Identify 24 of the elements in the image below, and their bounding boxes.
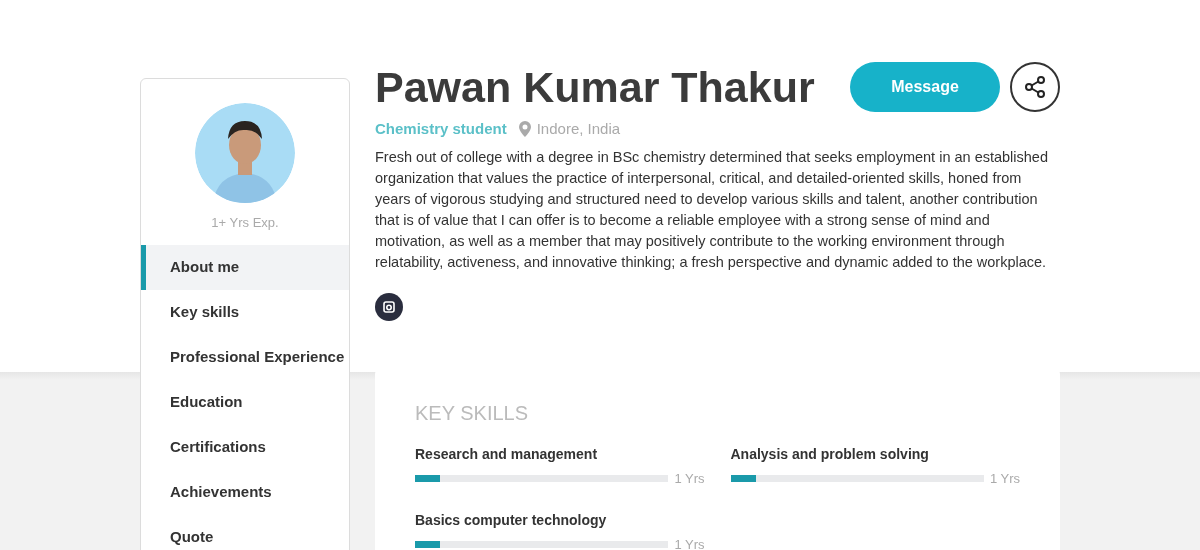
skill-years: 1 Yrs xyxy=(674,536,705,550)
sidebar-item[interactable]: Professional Experience xyxy=(141,334,349,380)
instagram-button[interactable] xyxy=(375,292,403,321)
skill-years: 1 Yrs xyxy=(674,469,705,488)
sidebar-item[interactable]: Quote xyxy=(141,514,349,550)
skill-name: Basics computer technology xyxy=(415,511,608,530)
share-icon xyxy=(1023,75,1047,99)
instagram-icon xyxy=(383,300,395,313)
sidebar-item[interactable]: Achievements xyxy=(141,469,349,515)
profile-name: Pawan Kumar Thakur xyxy=(375,62,815,112)
location-text: Indore, India xyxy=(536,119,621,139)
experience-text: 1+ Yrs Exp. xyxy=(211,214,279,232)
location-pin-icon xyxy=(518,121,531,138)
skill-name: Research and management xyxy=(415,444,599,464)
skill-name: Analysis and problem solving xyxy=(730,444,930,464)
sidebar-item[interactable]: Key skills xyxy=(141,289,349,335)
skill-years: 1 Yrs xyxy=(989,469,1020,488)
share-button[interactable] xyxy=(1010,62,1060,112)
section-heading: KEY SKILLS xyxy=(415,400,530,426)
sidebar-item[interactable]: Certifications xyxy=(141,424,349,470)
sidebar-item[interactable]: Education xyxy=(141,379,349,425)
job-title: Chemistry student xyxy=(375,119,507,139)
about-text: Fresh out of college with a degree in BSc chemistry determined that seeks employment in an established organization that values the practice of interpersonal, critical, and detailed-oriented skills, honed from years of vigorous studying and structured need to develop various skills and talent, another contribution that is of value that I can offer is to become a reliable employee with a strong sense of mind and motivation, as well as a member that may positively contribute to the working environment through relatability, activeness, and innovative thinking; a fresh perspective and dynamic added to the workplace. xyxy=(375,147,1049,272)
sidebar-item[interactable]: About me xyxy=(141,244,349,290)
